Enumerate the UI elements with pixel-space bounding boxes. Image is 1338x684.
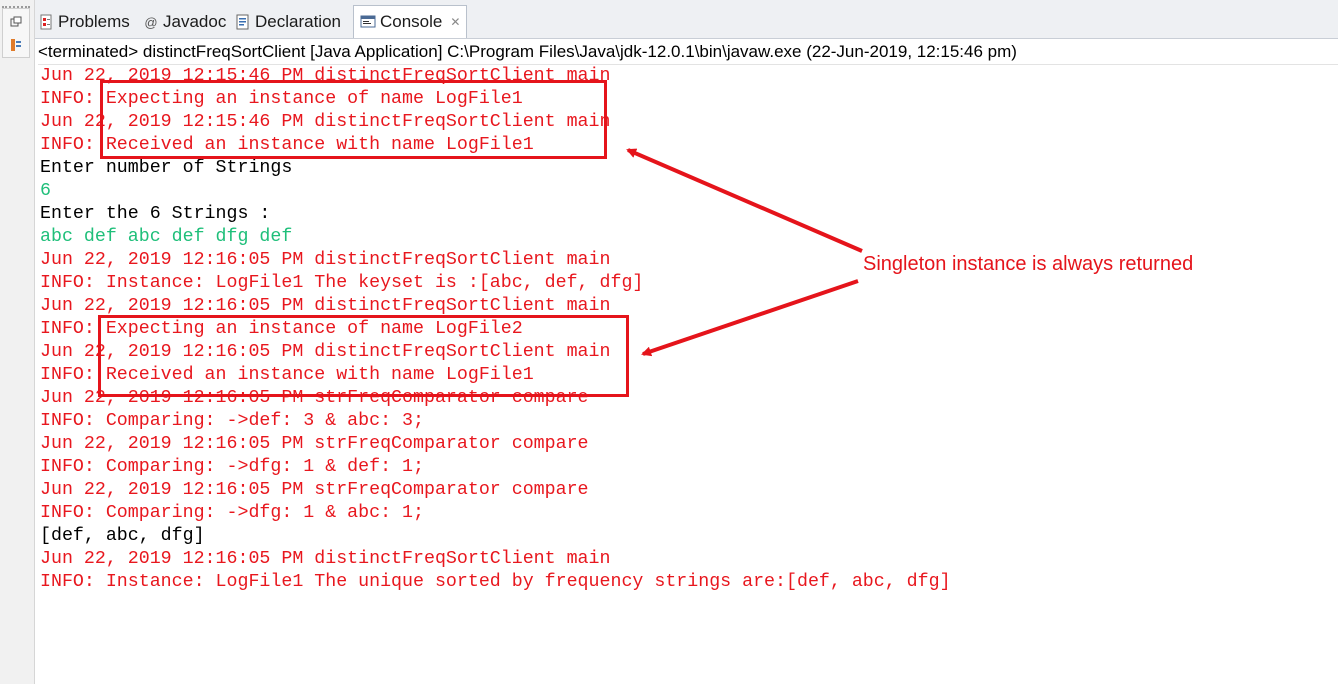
console-line: Enter number of Strings [40,158,293,178]
console-line: 6 [40,181,51,201]
close-icon[interactable]: ✕ [450,15,460,29]
annotation-box-second-instance [98,315,629,397]
console-line: Jun 22, 2019 12:16:05 PM strFreqComparat… [40,480,589,500]
console-process-status: <terminated> distinctFreqSortClient [Jav… [38,40,1338,65]
console-line: Jun 22, 2019 12:16:05 PM distinctFreqSor… [40,549,611,569]
tab-label: Javadoc [163,12,227,31]
console-line: INFO: Comparing: ->dfg: 1 & abc: 1; [40,503,424,523]
view-tab-bar: Problems @ Javadoc Declaration Console ✕ [35,0,1338,39]
console-line: Enter the 6 Strings : [40,204,271,224]
console-line: Jun 22, 2019 12:16:05 PM strFreqComparat… [40,434,589,454]
tab-label: Problems [58,12,130,31]
declaration-icon [235,14,251,30]
console-line: [def, abc, dfg] [40,526,205,546]
tab-label: Declaration [255,12,341,31]
problems-icon [38,14,54,30]
console-line: INFO: Comparing: ->def: 3 & abc: 3; [40,411,424,431]
console-line: INFO: Instance: LogFile1 The unique sort… [40,572,951,592]
annotation-label: Singleton instance is always returned [863,253,1194,275]
tab-declaration[interactable]: Declaration [235,7,341,37]
console-icon [360,14,376,30]
restore-icon[interactable] [8,14,24,30]
annotation-box-first-instance [100,80,607,159]
javadoc-icon: @ [144,14,158,30]
tab-javadoc[interactable]: @ Javadoc [143,7,226,37]
tab-problems[interactable]: Problems [38,7,130,37]
tab-console[interactable]: Console ✕ [353,5,468,38]
tab-label: Console [380,12,443,31]
left-trim-strip [0,0,35,684]
outline-view-icon[interactable] [8,37,24,53]
console-line: INFO: Comparing: ->dfg: 1 & def: 1; [40,457,424,477]
console-line: abc def abc def dfg def [40,227,293,247]
